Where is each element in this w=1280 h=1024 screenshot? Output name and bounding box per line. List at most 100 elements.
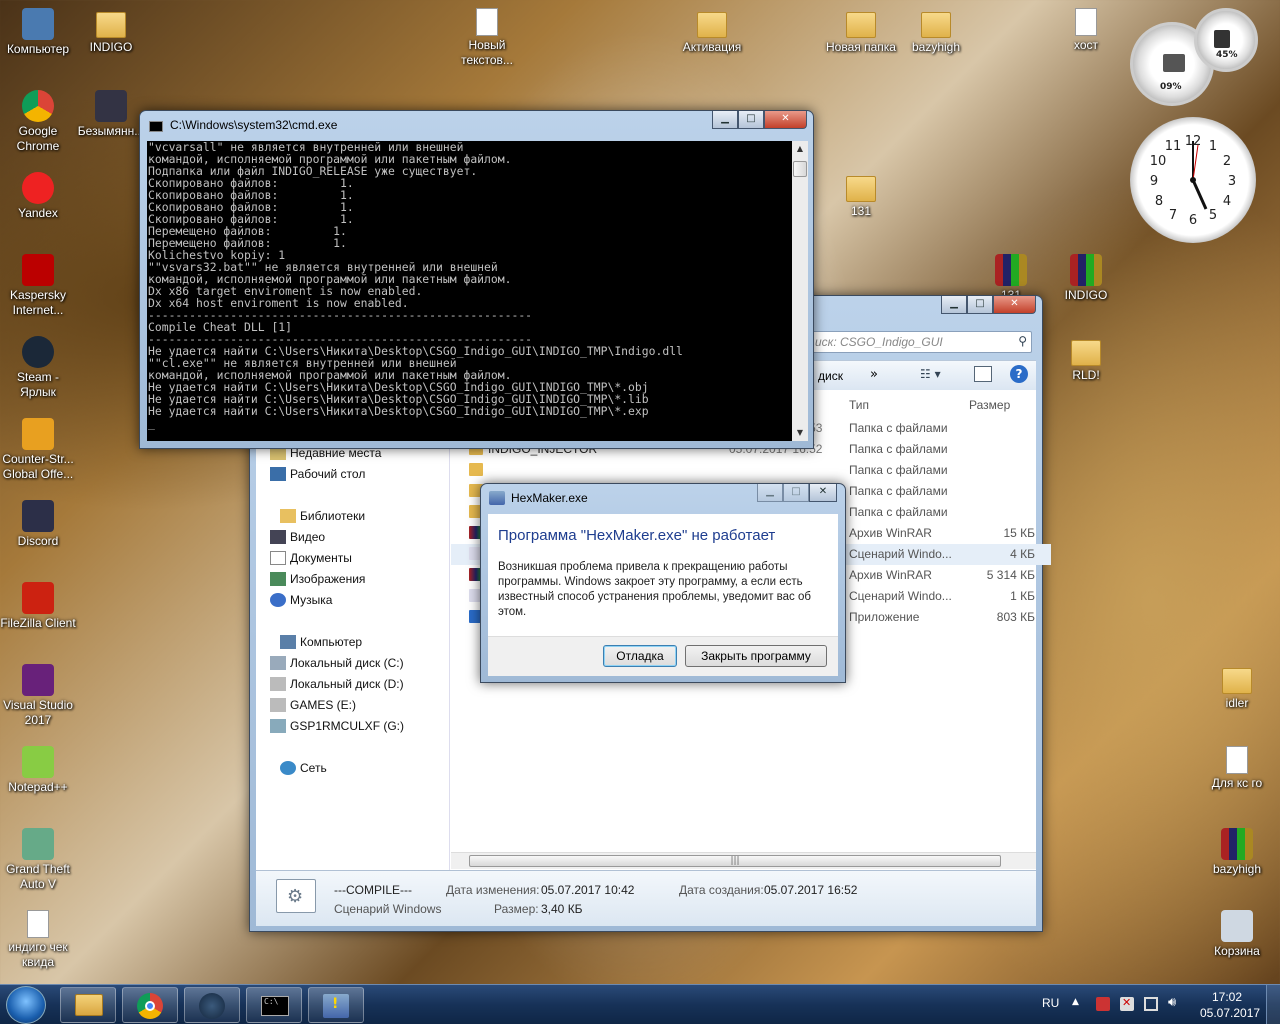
toolbar-burn-disk[interactable]: диск xyxy=(818,369,843,383)
minimize-button[interactable]: ▁ xyxy=(712,111,738,129)
nav-disk-e[interactable]: GAMES (E:) xyxy=(270,698,356,712)
show-hidden-icons[interactable]: ▲ xyxy=(1072,997,1079,1007)
svg-text:2: 2 xyxy=(1223,154,1231,169)
nav-disk-c[interactable]: Локальный диск (C:) xyxy=(270,656,404,670)
desktop-icon-item[interactable]: Grand Theft Auto V xyxy=(0,828,76,892)
desktop-icon-item[interactable]: FileZilla Client xyxy=(0,582,76,631)
desktop-icon-label: Корзина xyxy=(1214,944,1260,958)
taskbar-steam[interactable] xyxy=(184,987,240,1023)
nav-disk-g[interactable]: GSP1RMCULXF (G:) xyxy=(270,719,404,733)
zip-folder-icon xyxy=(846,176,876,202)
taskbar-chrome[interactable] xyxy=(122,987,178,1023)
console-output[interactable]: "vcvarsall" не является внутренней или в… xyxy=(147,141,792,441)
console-scrollbar[interactable]: ▲ ▼ xyxy=(792,141,808,441)
desktop-icon-label: 131 xyxy=(850,204,872,218)
desktop-icon-item[interactable]: 131 xyxy=(823,172,899,219)
file-row[interactable]: Папка с файлами xyxy=(451,460,1051,481)
clock-gadget[interactable]: 1212 345 678 91011 xyxy=(1130,117,1256,243)
chrome-icon xyxy=(137,993,163,1019)
language-indicator[interactable]: RU xyxy=(1042,996,1059,1010)
close-button[interactable]: ✕ xyxy=(764,111,807,129)
close-button[interactable]: ✕ xyxy=(993,296,1036,314)
nav-network[interactable]: Сеть xyxy=(280,761,327,775)
desktop-icon-item[interactable]: INDIGO xyxy=(1048,254,1124,303)
svg-text:1: 1 xyxy=(1209,139,1217,154)
desktop-icon-item[interactable]: Steam - Ярлык xyxy=(0,336,76,400)
desktop-icon-label: Новый текстов... xyxy=(461,38,513,67)
scroll-thumb[interactable]: ||| xyxy=(469,855,1001,867)
csgo-icon xyxy=(22,418,54,450)
maximize-button[interactable]: □ xyxy=(967,296,993,314)
desktop-icon-item[interactable]: Kaspersky Internet... xyxy=(0,254,76,318)
close-program-button[interactable]: Закрыть программу xyxy=(685,645,827,667)
desktop-icon-item[interactable]: индиго чек квида xyxy=(0,910,76,970)
taskbar-explorer[interactable] xyxy=(60,987,116,1023)
search-icon: ⚲ xyxy=(1018,334,1027,348)
error-dialog[interactable]: HexMaker.exe ▁ □ ✕ Программа "HexMaker.e… xyxy=(480,483,846,683)
minimize-button[interactable]: ▁ xyxy=(941,296,967,314)
clock-date[interactable]: 05.07.2017 xyxy=(1200,1006,1260,1020)
scroll-thumb[interactable] xyxy=(793,161,807,177)
network-warning-icon[interactable]: ✕ xyxy=(1120,996,1134,1011)
column-header-size[interactable]: Размер xyxy=(969,398,1010,412)
console-line: Не удается найти C:\Users\Никита\Desktop… xyxy=(148,404,649,418)
projector-icon[interactable] xyxy=(1144,997,1158,1011)
nav-video[interactable]: Видео xyxy=(270,530,325,544)
rar-icon xyxy=(1221,828,1253,860)
nav-libraries[interactable]: Библиотеки xyxy=(280,509,365,523)
scroll-up-arrow[interactable]: ▲ xyxy=(792,141,808,157)
clock-time[interactable]: 17:02 xyxy=(1212,990,1242,1004)
show-desktop-button[interactable] xyxy=(1266,985,1280,1024)
close-button[interactable]: ✕ xyxy=(809,484,837,502)
volume-icon[interactable]: 🔊︎ xyxy=(1168,995,1176,1010)
nav-images[interactable]: Изображения xyxy=(270,572,365,586)
nav-computer[interactable]: Компьютер xyxy=(280,635,362,649)
debug-button[interactable]: Отладка xyxy=(603,645,677,667)
desktop-icon-item[interactable]: хост xyxy=(1048,8,1124,53)
column-header-type[interactable]: Тип xyxy=(849,398,869,412)
desktop-icon-item[interactable]: Безымянн... xyxy=(73,90,149,139)
cmd-window[interactable]: C:\Windows\system32\cmd.exe ▁ □ ✕ "vcvar… xyxy=(139,110,814,449)
search-box[interactable]: иск: CSGO_Indigo_GUI ⚲ xyxy=(810,331,1032,353)
minimize-button: ▁ xyxy=(757,484,783,502)
desktop-icon-item[interactable]: Корзина xyxy=(1199,910,1275,959)
error-dialog-title: HexMaker.exe xyxy=(511,491,588,505)
nav-documents[interactable]: Документы xyxy=(270,551,352,565)
desktop-icon-item[interactable]: idler xyxy=(1199,664,1275,711)
yandex-icon xyxy=(22,172,54,204)
toolbar-more-button[interactable]: » xyxy=(870,367,878,382)
desktop-icon-item[interactable]: bazyhigh xyxy=(898,8,974,55)
desktop-icon-item[interactable]: Counter-Str... Global Offe... xyxy=(0,418,76,482)
desktop-icon-item[interactable]: Компьютер xyxy=(0,8,76,57)
nav-music[interactable]: Музыка xyxy=(270,593,332,607)
taskbar-error-report[interactable]: ! xyxy=(308,987,364,1023)
view-options-icon[interactable]: ☷ ▾ xyxy=(920,367,941,381)
nav-desktop[interactable]: Рабочий стол xyxy=(270,467,365,481)
help-icon[interactable]: ? xyxy=(1010,365,1028,383)
computer-icon xyxy=(22,8,54,40)
maximize-button[interactable]: □ xyxy=(738,111,764,129)
desktop-icon-item[interactable]: Активация xyxy=(674,8,750,55)
preview-pane-icon[interactable] xyxy=(974,366,992,382)
zip-folder-icon xyxy=(1222,668,1252,694)
desktop-icon-item[interactable]: Google Chrome xyxy=(0,90,76,154)
cpu-meter-gadget[interactable]: 09% 45% xyxy=(1130,8,1258,106)
computer-icon xyxy=(280,635,296,649)
desktop-icon-item[interactable]: bazyhigh xyxy=(1199,828,1275,877)
nav-disk-d[interactable]: Локальный диск (D:) xyxy=(270,677,404,691)
desktop-icon-item[interactable]: Notepad++ xyxy=(0,746,76,795)
desktop-icon-item[interactable]: Discord xyxy=(0,500,76,549)
taskbar-cmd[interactable]: C:\ xyxy=(246,987,302,1023)
action-center-icon[interactable] xyxy=(1096,997,1110,1011)
desktop-icon-item[interactable]: RLD! xyxy=(1048,336,1124,383)
desktop-icon-item[interactable]: Yandex xyxy=(0,172,76,221)
scroll-down-arrow[interactable]: ▼ xyxy=(792,425,808,441)
desktop-icon-item[interactable]: Новая папка xyxy=(823,8,899,55)
start-button[interactable] xyxy=(6,986,46,1024)
desktop-icon-item[interactable]: Visual Studio 2017 xyxy=(0,664,76,728)
details-created-label: Дата создания: xyxy=(679,883,764,897)
horizontal-scrollbar[interactable]: ||| xyxy=(451,852,1036,869)
desktop-icon-item[interactable]: INDIGO xyxy=(73,8,149,55)
desktop-icon-item[interactable]: Новый текстов... xyxy=(449,8,525,68)
desktop-icon-item[interactable]: Для кс го xyxy=(1199,746,1275,791)
